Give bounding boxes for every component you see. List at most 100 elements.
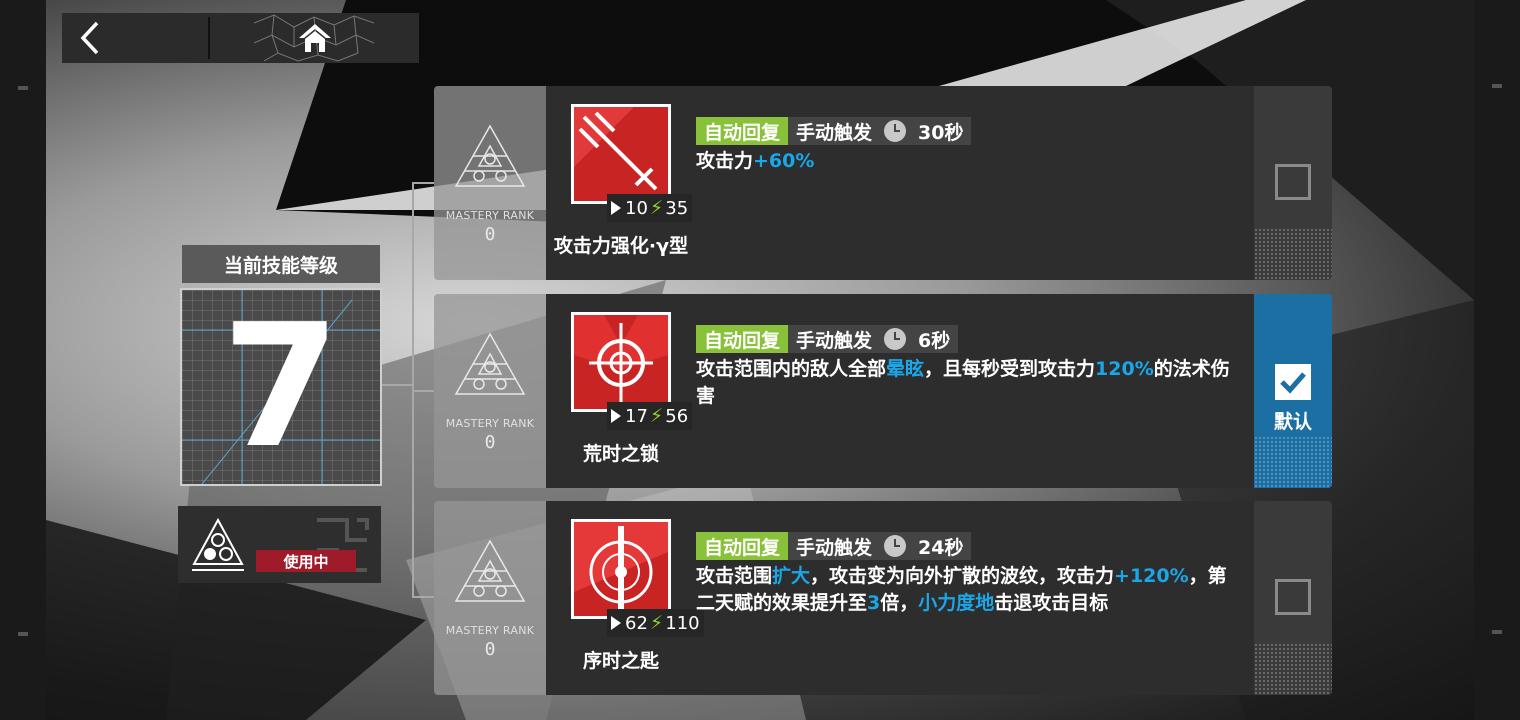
sp-cost: 56 <box>665 405 689 427</box>
checkbox[interactable] <box>1275 579 1311 615</box>
desc-highlight: 晕眩 <box>886 358 925 380</box>
tag-auto-recovery: 自动回复 <box>696 532 789 560</box>
sp-box: 10 ⚡ 35 <box>607 194 693 222</box>
connector-line <box>412 596 434 598</box>
default-select-panel[interactable]: 默认 <box>1254 294 1332 488</box>
initial-sp-icon <box>611 201 621 215</box>
skill-body: 62 ⚡ 110 序时之匙 自动回复 手动触发 24秒攻击范围扩大，攻击变为向外扩散的波纹，… <box>546 501 1254 695</box>
tag-duration: 24秒 <box>880 532 972 560</box>
mastery-rank-value: 0 <box>484 224 496 245</box>
skill-body: 10 ⚡ 35 攻击力强化·γ型 自动回复 手动触发 30秒攻击力+60% <box>546 86 1254 280</box>
dot-pattern <box>1254 436 1332 488</box>
skill-icon <box>571 519 671 619</box>
mastery-triangle-icon <box>454 332 526 404</box>
desc-highlight: 扩大 <box>772 565 811 587</box>
current-level-value: 7 <box>221 288 341 486</box>
mastery-rank-panel: MASTERY RANK 0 <box>434 294 546 488</box>
frame-notch <box>18 632 28 636</box>
skill-icon <box>571 312 671 412</box>
sp-cost: 110 <box>665 612 700 634</box>
sp-initial: 62 <box>625 612 648 634</box>
clock-icon <box>884 120 907 142</box>
skill-card[interactable]: MASTERY RANK 0 17 ⚡ 56 荒时之锁 自动回复 手动触发 6秒攻击范围内的敌人… <box>434 294 1332 488</box>
top-nav-bar <box>62 13 419 63</box>
frame-notch <box>18 86 28 90</box>
sp-cost-bolt-icon: ⚡ <box>649 197 664 219</box>
duration-value: 6秒 <box>918 329 951 352</box>
mastery-triangle-icon <box>192 518 244 571</box>
desc-text: 攻击范围内的敌人全部 <box>696 358 887 380</box>
current-level-title: 当前技能等级 <box>182 245 380 283</box>
sp-cost-bolt-icon: ⚡ <box>649 405 664 427</box>
sp-box: 62 ⚡ 110 <box>607 609 704 637</box>
tag-auto-recovery: 自动回复 <box>696 117 789 145</box>
default-select-panel[interactable] <box>1254 501 1332 695</box>
skill-description: 攻击范围扩大，攻击变为向外扩散的波纹，攻击力+120%，第二天赋的效果提升至3倍… <box>696 563 1241 617</box>
back-button[interactable] <box>62 13 208 63</box>
clock-icon <box>884 535 907 557</box>
clock-icon <box>884 328 907 350</box>
sp-initial: 10 <box>625 197 648 219</box>
left-frame <box>0 0 46 720</box>
initial-sp-icon <box>611 409 621 423</box>
skill-name: 序时之匙 <box>582 650 659 672</box>
mastery-rank-label: MASTERY RANK <box>445 417 535 430</box>
tag-manual-trigger: 手动触发 <box>788 325 881 353</box>
desc-text: 攻击力 <box>696 150 754 172</box>
default-label: 默认 <box>1273 411 1312 433</box>
connector-line <box>412 390 434 392</box>
skill-body: 17 ⚡ 56 荒时之锁 自动回复 手动触发 6秒攻击范围内的敌人全部晕眩，且每秒受到攻击力… <box>546 294 1254 488</box>
mastery-triangle-icon <box>454 124 526 196</box>
current-level-panel: 7 <box>180 288 382 486</box>
tag-duration: 6秒 <box>880 325 959 353</box>
right-frame <box>1474 0 1520 720</box>
frame-notch <box>1492 84 1502 88</box>
mastery-rank-value: 0 <box>484 432 496 453</box>
in-use-badge: 使用中 <box>256 550 356 572</box>
default-select-panel[interactable] <box>1254 86 1332 280</box>
dot-pattern <box>1254 228 1332 280</box>
sp-box: 17 ⚡ 56 <box>607 402 693 430</box>
desc-text: 攻击范围 <box>696 565 773 587</box>
skill-description: 攻击力+60% <box>696 148 1241 175</box>
home-icon <box>298 24 331 52</box>
dot-pattern <box>1254 643 1332 695</box>
desc-text: ，攻击变为向外扩散的波纹，攻击力 <box>810 565 1115 587</box>
duration-value: 30秒 <box>918 121 964 144</box>
home-button[interactable] <box>210 13 419 63</box>
frame-notch <box>1492 630 1502 634</box>
mastery-triangle-icon <box>454 539 526 611</box>
checkmark-icon <box>1280 372 1306 394</box>
skill-name: 攻击力强化·γ型 <box>553 235 689 257</box>
desc-text: ，且每秒受到攻击力 <box>924 358 1096 380</box>
connector-line <box>380 384 412 386</box>
checkbox[interactable] <box>1275 164 1311 200</box>
sp-initial: 17 <box>625 405 648 427</box>
mastery-rank-value: 0 <box>484 639 496 660</box>
connector-line <box>412 182 434 184</box>
skill-tags: 自动回复 手动触发 30秒 <box>696 117 972 145</box>
sp-cost-bolt-icon: ⚡ <box>649 612 664 634</box>
initial-sp-icon <box>611 616 621 630</box>
desc-text: 击退攻击目标 <box>994 592 1109 614</box>
mastery-rank-label: MASTERY RANK <box>445 624 535 637</box>
tag-duration: 30秒 <box>880 117 972 145</box>
tag-manual-trigger: 手动触发 <box>788 532 881 560</box>
skill-name: 荒时之锁 <box>582 443 659 465</box>
mastery-rank-panel: MASTERY RANK 0 <box>434 501 546 695</box>
mastery-status-panel[interactable]: 使用中 <box>178 506 381 583</box>
mastery-rank-panel: MASTERY RANK 0 <box>434 86 546 280</box>
duration-value: 24秒 <box>918 536 964 559</box>
checkbox-checked[interactable] <box>1275 364 1311 400</box>
skill-icon <box>571 104 671 204</box>
desc-highlight: +60% <box>753 150 815 172</box>
skill-description: 攻击范围内的敌人全部晕眩，且每秒受到攻击力120%的法术伤害 <box>696 356 1241 410</box>
mastery-rank-label: MASTERY RANK <box>445 209 535 222</box>
tag-auto-recovery: 自动回复 <box>696 325 789 353</box>
skill-card[interactable]: MASTERY RANK 0 10 ⚡ 35 攻击力强化·γ型 自动回复 手动触发 30秒攻击力… <box>434 86 1332 280</box>
desc-highlight: 3 <box>867 592 881 614</box>
connector-line <box>412 182 414 596</box>
skill-card[interactable]: MASTERY RANK 0 62 ⚡ 110 序时之匙 自动回复 手动触发 24秒攻击范围扩大… <box>434 501 1332 695</box>
desc-highlight: 小力度地 <box>918 592 995 614</box>
chevron-left-icon <box>80 21 99 55</box>
